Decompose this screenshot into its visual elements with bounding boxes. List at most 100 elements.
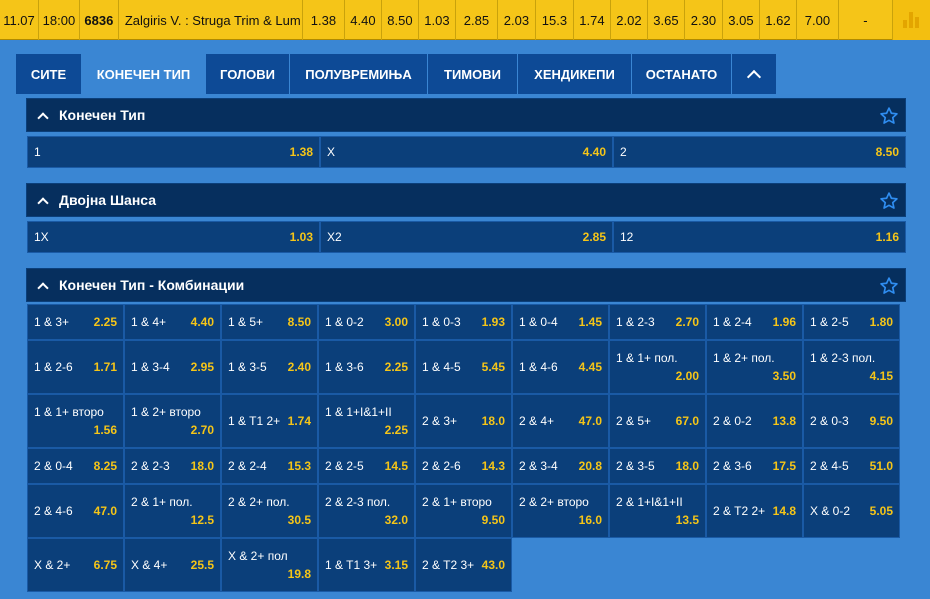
match-odd-cell[interactable]: 15.3 [536, 0, 574, 40]
odd-button[interactable]: 12 1.16 [613, 221, 906, 253]
odd-button[interactable]: 2 & 0-2 13.8 [706, 394, 803, 448]
match-odd-cell[interactable]: - [839, 0, 893, 40]
odd-button[interactable]: 1 & T1 3+ 3.15 [318, 538, 415, 592]
odd-button[interactable]: 1 & 2+ пол. 3.50 [706, 340, 803, 394]
match-odd-cell[interactable]: 2.02 [611, 0, 648, 40]
match-odd-cell[interactable]: 1.62 [760, 0, 797, 40]
odd-button[interactable]: 1 & 2-3 2.70 [609, 304, 706, 340]
odd-label: 2 & 2-4 [228, 459, 267, 473]
odd-button[interactable]: 2 & 2-5 14.5 [318, 448, 415, 484]
tab-handicaps[interactable]: ХЕНДИКЕПИ [518, 54, 632, 94]
odd-button[interactable]: X & 0-2 5.05 [803, 484, 900, 538]
tab-other[interactable]: ОСТАНАТО [632, 54, 732, 94]
odd-button[interactable]: 1 1.38 [27, 136, 320, 168]
odd-button[interactable]: 1 & T1 2+ 1.74 [221, 394, 318, 448]
match-odd-cell[interactable]: 2.03 [498, 0, 536, 40]
odd-button[interactable]: 2 & 2+ пол. 30.5 [221, 484, 318, 538]
odd-button[interactable]: 1 & 1+ второ 1.56 [27, 394, 124, 448]
odd-button[interactable]: X2 2.85 [320, 221, 613, 253]
odd-button[interactable]: 1 & 1+ пол. 2.00 [609, 340, 706, 394]
odd-label: 2 & 3-6 [713, 459, 752, 473]
odd-button[interactable]: X & 2+ 6.75 [27, 538, 124, 592]
match-odd-cell[interactable]: 4.40 [345, 0, 382, 40]
odd-value: 15.3 [287, 459, 311, 473]
favorite-star-icon[interactable] [879, 106, 899, 126]
odd-button[interactable]: 1 & 3-5 2.40 [221, 340, 318, 394]
tab-all[interactable]: СИТЕ [16, 54, 82, 94]
odd-button[interactable]: 2 & 1+ пол. 12.5 [124, 484, 221, 538]
odd-button[interactable]: 1 & 2+ второ 2.70 [124, 394, 221, 448]
odd-label: 1 & 0-4 [519, 315, 558, 329]
odd-button[interactable]: 1 & 2-3 пол. 4.15 [803, 340, 900, 394]
collapse-tabs-button[interactable] [732, 54, 776, 94]
odd-button[interactable]: 2 & 0-3 9.50 [803, 394, 900, 448]
odd-button[interactable]: 1X 1.03 [27, 221, 320, 253]
tab-goals[interactable]: ГОЛОВИ [206, 54, 290, 94]
tab-final-result[interactable]: КОНЕЧЕН ТИП [82, 54, 206, 94]
match-odd-cell[interactable]: 1.03 [419, 0, 456, 40]
favorite-star-icon[interactable] [879, 191, 899, 211]
chevron-up-icon[interactable] [37, 281, 49, 294]
odd-button[interactable]: 2 & 2-3 пол. 32.0 [318, 484, 415, 538]
bar-chart-icon[interactable] [892, 0, 930, 40]
match-odd-cell[interactable]: 2.30 [685, 0, 723, 40]
match-odd-cell[interactable]: 3.05 [723, 0, 760, 40]
odd-button[interactable]: 2 & 1+I&1+II 13.5 [609, 484, 706, 538]
odd-button[interactable]: 1 & 4-6 4.45 [512, 340, 609, 394]
odd-button[interactable]: 2 & 2-4 15.3 [221, 448, 318, 484]
odd-button[interactable]: 1 & 2-6 1.71 [27, 340, 124, 394]
odd-button[interactable]: 2 & T2 3+ 43.0 [415, 538, 512, 592]
odd-button[interactable]: 1 & 2-5 1.80 [803, 304, 900, 340]
odd-value: 9.50 [481, 513, 505, 527]
section-header-double-chance[interactable]: Двојна Шанса [26, 183, 906, 217]
odd-button[interactable]: X & 2+ пол 19.8 [221, 538, 318, 592]
odd-label: 12 [620, 230, 634, 244]
odd-button[interactable]: 2 & 2-6 14.3 [415, 448, 512, 484]
odd-button[interactable]: X & 4+ 25.5 [124, 538, 221, 592]
chevron-up-icon[interactable] [37, 111, 49, 124]
odd-button[interactable]: 2 & 1+ второ 9.50 [415, 484, 512, 538]
chevron-up-icon[interactable] [37, 196, 49, 209]
favorite-star-icon[interactable] [879, 276, 899, 296]
odd-button[interactable]: 2 & 3-4 20.8 [512, 448, 609, 484]
odd-button[interactable]: 2 & 2-3 18.0 [124, 448, 221, 484]
odd-button[interactable]: 2 & 4-5 51.0 [803, 448, 900, 484]
match-teams[interactable]: Zalgiris V. : Struga Trim & Lum [119, 0, 303, 40]
odd-button[interactable]: 1 & 0-2 3.00 [318, 304, 415, 340]
match-row[interactable]: 11.07 18:00 6836 Zalgiris V. : Struga Tr… [0, 0, 930, 40]
odd-label: 1 & 1+ пол. [616, 351, 678, 365]
section-header-combinations[interactable]: Конечен Тип - Комбинации [26, 268, 906, 302]
match-odd-cell[interactable]: 7.00 [797, 0, 839, 40]
odd-button[interactable]: 2 & 5+ 67.0 [609, 394, 706, 448]
odd-button[interactable]: 1 & 3-4 2.95 [124, 340, 221, 394]
odd-button[interactable]: X 4.40 [320, 136, 613, 168]
odd-button[interactable]: 1 & 1+I&1+II 2.25 [318, 394, 415, 448]
match-date: 11.07 [0, 0, 39, 40]
odd-button[interactable]: 1 & 0-4 1.45 [512, 304, 609, 340]
odd-button[interactable]: 2 & 3-5 18.0 [609, 448, 706, 484]
match-odd-cell[interactable]: 3.65 [648, 0, 685, 40]
odd-button[interactable]: 2 & 0-4 8.25 [27, 448, 124, 484]
odd-button[interactable]: 1 & 4-5 5.45 [415, 340, 512, 394]
odd-button[interactable]: 2 & 3-6 17.5 [706, 448, 803, 484]
match-odd-cell[interactable]: 8.50 [382, 0, 419, 40]
match-odd-cell[interactable]: 2.85 [456, 0, 498, 40]
tab-halves[interactable]: ПОЛУВРЕМИЊА [290, 54, 428, 94]
odd-button[interactable]: 2 & 4+ 47.0 [512, 394, 609, 448]
section-header-final-result[interactable]: Конечен Тип [26, 98, 906, 132]
odd-label: X & 2+ [34, 558, 71, 572]
odd-button[interactable]: 2 & 2+ второ 16.0 [512, 484, 609, 538]
odd-button[interactable]: 1 & 3-6 2.25 [318, 340, 415, 394]
odd-button[interactable]: 1 & 4+ 4.40 [124, 304, 221, 340]
odd-button[interactable]: 1 & 5+ 8.50 [221, 304, 318, 340]
odd-button[interactable]: 1 & 3+ 2.25 [27, 304, 124, 340]
odd-button[interactable]: 2 8.50 [613, 136, 906, 168]
odd-button[interactable]: 2 & 4-6 47.0 [27, 484, 124, 538]
match-odd-cell[interactable]: 1.74 [574, 0, 611, 40]
odd-button[interactable]: 2 & 3+ 18.0 [415, 394, 512, 448]
odd-button[interactable]: 1 & 0-3 1.93 [415, 304, 512, 340]
match-odd-cell[interactable]: 1.38 [303, 0, 345, 40]
tab-teams[interactable]: ТИМОВИ [428, 54, 518, 94]
odd-button[interactable]: 1 & 2-4 1.96 [706, 304, 803, 340]
odd-button[interactable]: 2 & T2 2+ 14.8 [706, 484, 803, 538]
